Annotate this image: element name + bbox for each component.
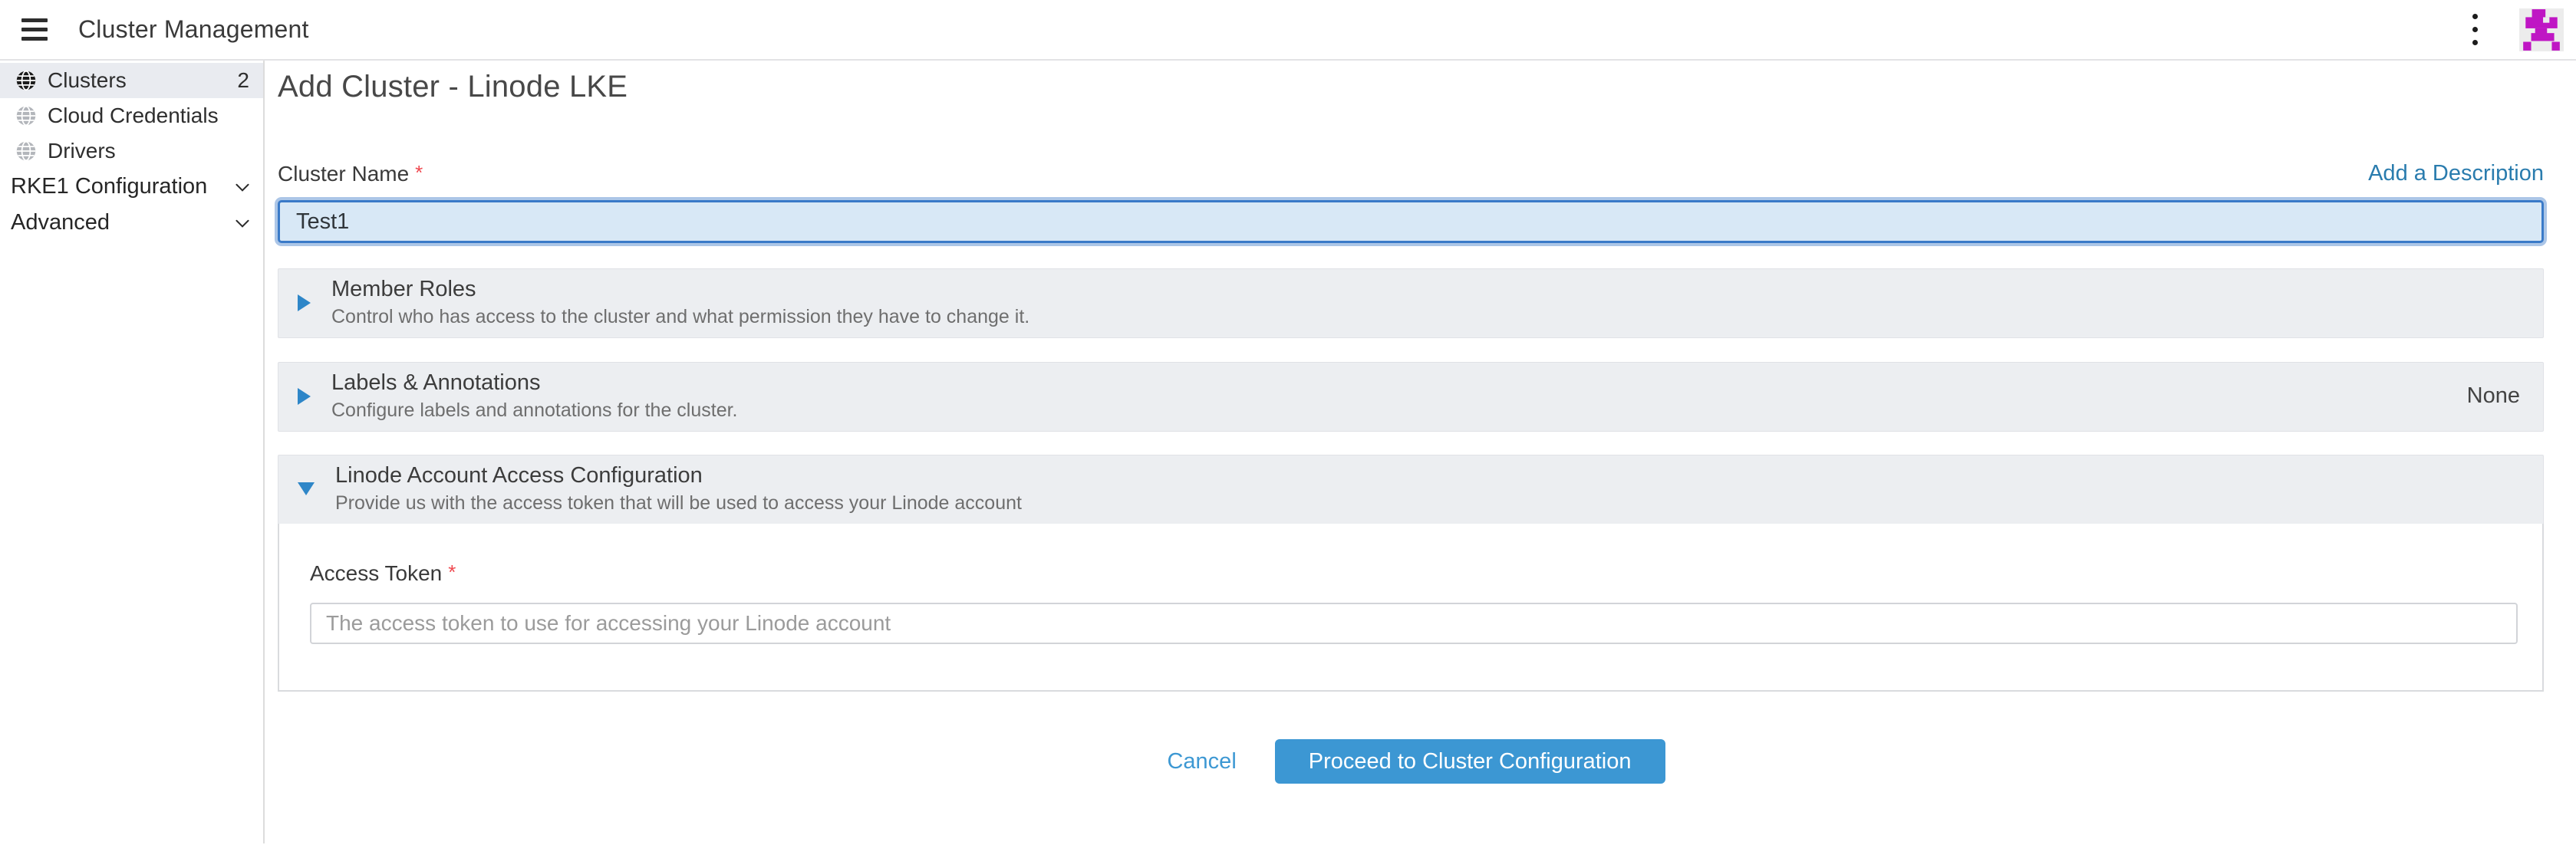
sidebar-item-drivers[interactable]: Drivers: [0, 133, 263, 169]
main-content: Add Cluster - Linode LKE Cluster Name * A…: [265, 61, 2576, 843]
cluster-name-input[interactable]: [278, 200, 2544, 243]
sidebar-item-cloud-credentials[interactable]: Cloud Credentials: [0, 98, 263, 133]
accordion-subtitle: Provide us with the access token that wi…: [335, 492, 1022, 515]
clusters-count-badge: 2: [237, 68, 249, 93]
required-asterisk: *: [415, 161, 423, 184]
accordion-labels-annotations[interactable]: Labels & Annotations Configure labels an…: [278, 362, 2544, 432]
accordion-subtitle: Control who has access to the cluster an…: [331, 306, 1029, 328]
accordion-linode-account-access[interactable]: Linode Account Access Configuration Prov…: [278, 455, 2544, 524]
sidebar-item-clusters[interactable]: Clusters 2: [0, 63, 263, 98]
globe-icon: [15, 105, 37, 127]
page-title: Add Cluster - Linode LKE: [278, 70, 2544, 104]
rancher-logo-icon: [2519, 8, 2564, 51]
app-title: Cluster Management: [78, 15, 309, 44]
cluster-name-label-row: Cluster Name * Add a Description: [278, 161, 2544, 186]
chevron-down-icon: [232, 213, 252, 233]
sidebar-section-label: Advanced: [11, 210, 110, 235]
globe-icon: [15, 70, 37, 91]
form-actions: Cancel Proceed to Cluster Configuration: [278, 739, 2544, 784]
triangle-right-icon: [298, 294, 311, 311]
labels-none-value: None: [2444, 383, 2520, 409]
kebab-menu-icon[interactable]: [2465, 9, 2485, 50]
hamburger-menu-icon[interactable]: [21, 18, 48, 41]
globe-icon: [15, 140, 37, 162]
cluster-management-app: Cluster Management: [0, 0, 2576, 845]
proceed-to-cluster-configuration-button[interactable]: Proceed to Cluster Configuration: [1275, 739, 1665, 784]
sidebar-section-rke1-configuration[interactable]: RKE1 Configuration: [0, 169, 263, 205]
sidebar-item-label: Cloud Credentials: [48, 104, 219, 128]
sidebar-section-advanced[interactable]: Advanced: [0, 205, 263, 241]
chevron-down-icon: [232, 177, 252, 197]
access-token-label: Access Token: [310, 561, 442, 585]
accordion-subtitle: Configure labels and annotations for the…: [331, 399, 738, 422]
add-description-link[interactable]: Add a Description: [2368, 161, 2544, 186]
linode-access-panel: Access Token *: [278, 524, 2544, 692]
access-token-input[interactable]: [310, 603, 2518, 644]
sidebar-section-label: RKE1 Configuration: [11, 174, 207, 199]
required-asterisk: *: [448, 561, 456, 584]
accordion-title: Linode Account Access Configuration: [335, 463, 1022, 488]
app-header: Cluster Management: [0, 0, 2576, 61]
cluster-name-label: Cluster Name: [278, 162, 409, 186]
accordion-member-roles[interactable]: Member Roles Control who has access to t…: [278, 268, 2544, 338]
sidebar-item-label: Drivers: [48, 139, 116, 163]
triangle-down-icon: [298, 482, 315, 495]
triangle-right-icon: [298, 388, 311, 405]
sidebar-item-label: Clusters: [48, 68, 127, 93]
app-body: Clusters 2 Cloud Credentials: [0, 61, 2576, 843]
sidebar: Clusters 2 Cloud Credentials: [0, 61, 265, 843]
accordion-title: Member Roles: [331, 277, 1029, 302]
cancel-button[interactable]: Cancel: [1156, 741, 1247, 782]
accordion-title: Labels & Annotations: [331, 370, 738, 396]
